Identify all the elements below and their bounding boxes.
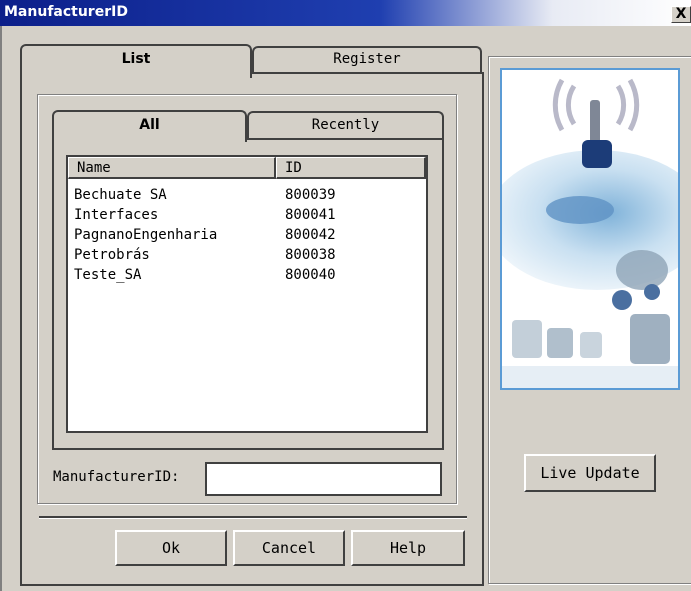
cancel-button[interactable]: Cancel xyxy=(233,530,345,566)
tab-recently-label: Recently xyxy=(311,117,380,133)
tab-recently[interactable]: Recently xyxy=(247,111,444,139)
cancel-button-label: Cancel xyxy=(261,539,317,557)
list-item-name: PagnanoEngenharia xyxy=(74,227,218,243)
separator xyxy=(39,516,467,519)
list-item[interactable]: Teste_SA 800040 xyxy=(68,265,426,285)
list-item-id: 800041 xyxy=(285,207,336,223)
manufacturer-id-input[interactable] xyxy=(205,462,442,496)
live-update-button[interactable]: Live Update xyxy=(524,454,656,492)
list-item-id: 800039 xyxy=(285,187,336,203)
help-button-label: Help xyxy=(389,539,427,557)
list-item-name: Bechuate SA xyxy=(74,187,167,203)
tab-all[interactable]: All xyxy=(52,110,247,142)
manufacturer-list[interactable]: Name ID Bechuate SA 800039 Interfaces 80… xyxy=(66,155,428,433)
window-title: ManufacturerID xyxy=(4,4,128,20)
column-header-id[interactable]: ID xyxy=(276,157,426,179)
column-header-name-label: Name xyxy=(77,160,111,176)
list-item-id: 800040 xyxy=(285,267,336,283)
list-item-name: Interfaces xyxy=(74,207,159,223)
subtab-underline xyxy=(247,138,444,140)
list-item-id: 800038 xyxy=(285,247,336,263)
close-icon: X xyxy=(675,6,687,22)
ok-button-label: Ok xyxy=(161,539,181,557)
list-item[interactable]: Interfaces 800041 xyxy=(68,205,426,225)
live-update-button-label: Live Update xyxy=(540,464,640,482)
list-item-name: Petrobrás xyxy=(74,247,150,263)
column-header-name[interactable]: Name xyxy=(68,157,276,179)
tab-underline xyxy=(252,72,484,74)
product-illustration xyxy=(500,68,680,390)
close-button[interactable]: X xyxy=(671,6,691,23)
list-item[interactable]: PagnanoEngenharia 800042 xyxy=(68,225,426,245)
help-button[interactable]: Help xyxy=(351,530,465,566)
tab-register[interactable]: Register xyxy=(252,46,482,72)
ok-button[interactable]: Ok xyxy=(115,530,227,566)
list-item-name: Teste_SA xyxy=(74,267,142,283)
column-header-id-label: ID xyxy=(285,160,302,176)
list-item[interactable]: Petrobrás 800038 xyxy=(68,245,426,265)
manufacturer-id-label: ManufacturerID: xyxy=(53,469,180,485)
tab-register-label: Register xyxy=(333,51,401,67)
tab-list[interactable]: List xyxy=(20,44,252,78)
title-bar: ManufacturerID xyxy=(0,0,691,26)
tab-list-label: List xyxy=(121,51,151,67)
tab-all-label: All xyxy=(139,117,160,133)
list-item-id: 800042 xyxy=(285,227,336,243)
list-item[interactable]: Bechuate SA 800039 xyxy=(68,185,426,205)
